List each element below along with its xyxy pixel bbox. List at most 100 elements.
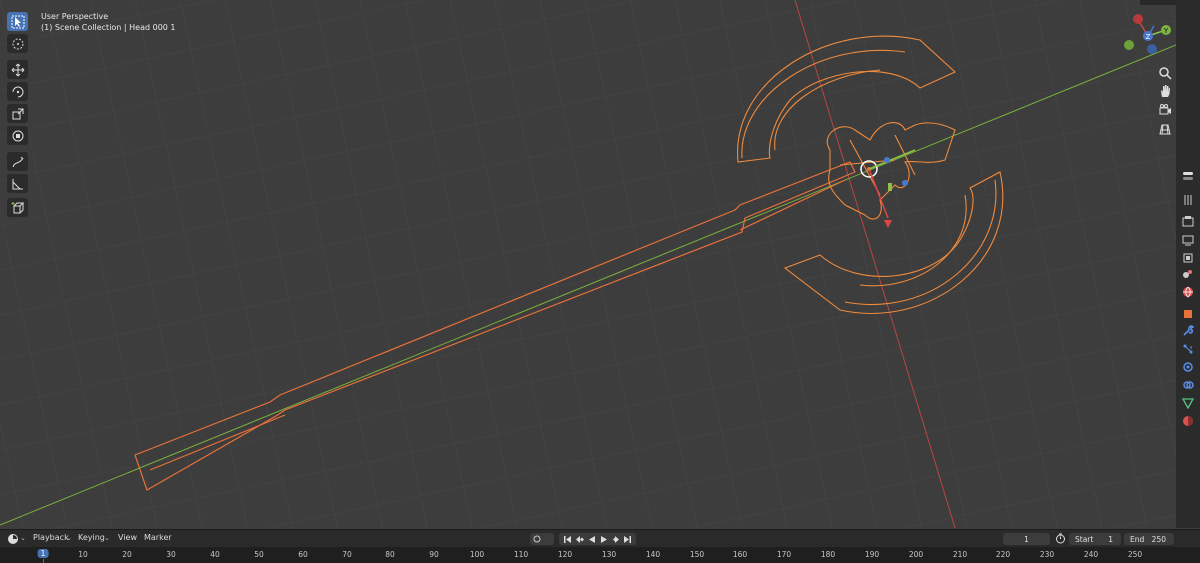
mesh-data-icon [1182,397,1194,409]
constraints-icon [1183,380,1194,389]
ruler-tick: 200 [908,550,924,559]
3d-viewport[interactable]: User Perspective (1) Scene Collection | … [0,0,1176,528]
ruler-tick: 110 [513,550,529,559]
play-icon [600,535,607,543]
jump-start-button[interactable] [562,534,572,544]
tab-world[interactable] [1180,284,1196,299]
tab-tool[interactable] [1180,192,1196,207]
zoom-icon [1159,67,1172,80]
tab-modifier[interactable] [1180,323,1196,338]
gizmo-z-label: Z [1146,33,1151,41]
top-header-strip [1140,0,1176,5]
ruler-tick: 250 [1127,550,1143,559]
ruler-tick: 190 [864,550,880,559]
gizmo-z-negative [1147,44,1157,54]
scale-icon [12,108,23,119]
scene-icon [1183,269,1192,278]
gizmo-x-positive [1133,14,1143,24]
wrench-icon [1183,324,1194,336]
add-cube-tool[interactable] [7,198,28,217]
ruler-tick: 220 [995,550,1011,559]
start-frame-field[interactable]: Start 1 [1069,533,1121,545]
auto-keying-toggle[interactable] [530,533,554,545]
tab-object[interactable] [1180,306,1196,321]
ruler-tick: 180 [820,550,836,559]
select-box-tool[interactable] [7,12,28,31]
editor-type-chevron-icon[interactable]: ⌄ [20,534,26,542]
ruler-tick: 130 [601,550,617,559]
ruler-tick: 100 [469,550,485,559]
properties-toggle[interactable] [1180,168,1196,183]
timeline-header: ⌄ Playback ⌄ Keying ⌄ View Marker 1 Star… [0,529,1200,548]
ruler-tick: 70 [342,550,352,559]
ruler-tick: 210 [952,550,968,559]
menu-keying[interactable]: Keying [78,533,105,542]
transform-tool[interactable] [7,126,28,145]
particles-icon [1183,344,1193,353]
annotate-icon [12,156,23,167]
move-icon [11,63,24,76]
ruler-tick: 170 [776,550,792,559]
end-frame-field[interactable]: End 250 [1124,533,1174,545]
jump-end-icon [623,535,631,543]
play-reverse-icon [588,535,595,543]
pan-button[interactable] [1156,82,1174,100]
annotate-tool[interactable] [7,152,28,171]
playhead-line [43,559,44,563]
zoom-button[interactable] [1156,64,1174,82]
tab-output[interactable] [1180,232,1196,247]
jump-start-icon [563,535,571,543]
cursor-tool[interactable] [7,34,28,53]
ruler-tick: 90 [429,550,439,559]
end-frame-value: 250 [1151,534,1166,544]
timeline-ruler[interactable]: 1 10 20 30 40 50 60 70 80 90 100 110 120… [0,547,1200,563]
menu-marker[interactable]: Marker [144,533,172,542]
tab-view-layer[interactable] [1180,250,1196,265]
transform-icon [12,130,23,141]
jump-end-button[interactable] [622,534,632,544]
measure-icon [12,178,23,189]
stopwatch-icon[interactable] [1055,533,1066,544]
toggle-icon [1183,171,1193,180]
editor-type-icon[interactable] [7,533,19,545]
next-keyframe-button[interactable] [610,534,620,544]
ortho-toggle-button[interactable] [1156,120,1174,138]
viewport-collection-label: (1) Scene Collection | Head 000 1 [41,23,176,32]
current-frame-field[interactable]: 1 [1003,533,1050,545]
viewport-grid [0,0,1176,528]
camera-view-button[interactable] [1156,101,1174,119]
viewport-title: User Perspective [41,12,109,21]
ruler-tick: 150 [689,550,705,559]
measure-tool[interactable] [7,174,28,193]
current-frame-value: 1 [1024,534,1029,544]
object-icon [1184,309,1192,318]
camera-icon [1159,104,1171,115]
ruler-tick: 80 [385,550,395,559]
navigation-gizmo[interactable]: Y Z [1120,10,1176,60]
cursor-arrow-icon [11,15,24,28]
tab-render[interactable] [1180,213,1196,228]
tab-particles[interactable] [1180,341,1196,356]
rotate-tool[interactable] [7,82,28,101]
prev-keyframe-button[interactable] [574,534,584,544]
tab-data[interactable] [1180,395,1196,410]
tool-icon [1184,194,1192,205]
tab-physics[interactable] [1180,359,1196,374]
grid-icon [1159,124,1171,135]
move-tool[interactable] [7,60,28,79]
playhead[interactable]: 1 [37,549,49,558]
ruler-tick: 120 [557,550,573,559]
ruler-tick: 50 [254,550,264,559]
output-icon [1182,235,1194,245]
start-frame-value: 1 [1108,534,1113,544]
tab-scene[interactable] [1180,266,1196,281]
tab-constraints[interactable] [1180,377,1196,392]
render-properties-icon [1182,215,1194,226]
scale-tool[interactable] [7,104,28,123]
tab-material[interactable] [1180,413,1196,428]
play-reverse-button[interactable] [586,534,596,544]
menu-view[interactable]: View [118,533,137,542]
world-icon [1183,286,1193,298]
play-button[interactable] [598,534,608,544]
menu-playback[interactable]: Playback [33,533,69,542]
